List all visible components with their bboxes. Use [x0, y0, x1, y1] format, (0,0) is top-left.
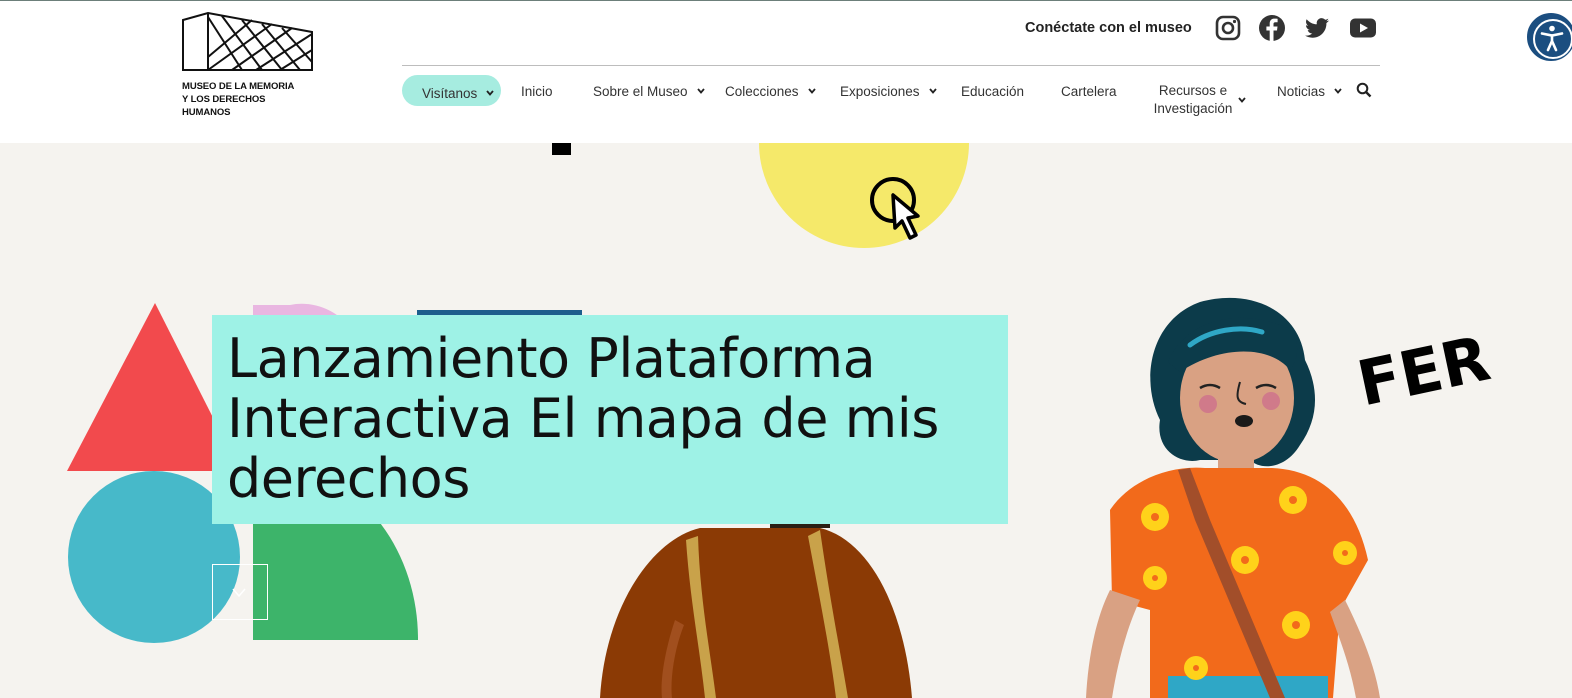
girl-character: [1086, 297, 1380, 698]
chevron-down-icon: [486, 90, 494, 96]
facebook-icon[interactable]: [1258, 14, 1286, 42]
chevron-down-icon: [232, 588, 246, 598]
nav-inicio[interactable]: Inicio: [521, 81, 553, 101]
nav-colecciones[interactable]: Colecciones: [725, 81, 817, 101]
accessibility-button[interactable]: [1527, 13, 1572, 61]
yellow-circle: [759, 143, 969, 248]
logo-line1-bold: MEMORIA: [249, 81, 295, 92]
nav-colecciones-label: Colecciones: [725, 83, 799, 99]
nav-educacion-label: Educación: [961, 83, 1025, 99]
nav-recursos[interactable]: Recursos e Investigación: [1150, 82, 1236, 118]
nav-educacion[interactable]: Educación: [961, 81, 1024, 101]
logo-line3: HUMANOS: [182, 107, 231, 118]
fer-text: FER: [1351, 322, 1496, 421]
nav-cartelera[interactable]: Cartelera: [1061, 81, 1117, 101]
nav-inicio-label: Inicio: [521, 83, 553, 99]
site-header: MUSEO DE LA MEMORIA Y LOS DERECHOS HUMAN…: [0, 0, 1572, 143]
logo-building-icon: [182, 12, 313, 71]
chevron-down-icon: [696, 88, 705, 94]
nav-noticias-label: Noticias: [1277, 83, 1326, 99]
accessibility-icon: [1540, 25, 1564, 52]
chevron-down-icon: [928, 88, 937, 94]
chevron-down-icon: [1334, 88, 1342, 94]
nav-sobre-label: Sobre el Museo: [593, 83, 688, 99]
twitter-icon[interactable]: [1303, 14, 1331, 42]
logo-line2-bold: DERECHOS: [212, 94, 266, 105]
logo-line2-prefix: Y LOS: [182, 94, 213, 105]
instagram-icon[interactable]: [1214, 14, 1242, 42]
nav-sobre-el-museo[interactable]: Sobre el Museo: [593, 81, 706, 101]
logo-line1-prefix: MUSEO DE LA: [182, 81, 250, 92]
black-shape: [552, 143, 571, 155]
center-figure: [600, 520, 912, 698]
hero-title[interactable]: Lanzamiento Plataforma Interactiva El ma…: [227, 329, 997, 509]
nav-cartelera-label: Cartelera: [1061, 83, 1117, 99]
chevron-down-icon[interactable]: [1237, 95, 1247, 105]
museum-logo[interactable]: MUSEO DE LA MEMORIA Y LOS DERECHOS HUMAN…: [182, 12, 314, 122]
logo-wordmark: MUSEO DE LA MEMORIA Y LOS DERECHOS HUMAN…: [182, 80, 322, 119]
connect-label: Conéctate con el museo: [1025, 20, 1192, 36]
slider-next-button[interactable]: [212, 564, 268, 620]
youtube-icon[interactable]: [1349, 14, 1377, 42]
search-icon[interactable]: [1356, 82, 1372, 98]
nav-exposiciones-label: Exposiciones: [840, 83, 920, 99]
nav-recursos-line1: Recursos e: [1158, 83, 1228, 98]
nav-visitanos-label: Visítanos: [422, 85, 478, 101]
nav-exposiciones[interactable]: Exposiciones: [840, 81, 938, 101]
nav-recursos-line2: Investigación: [1153, 101, 1233, 116]
nav-divider: [402, 65, 1380, 66]
nav-noticias[interactable]: Noticias: [1277, 81, 1343, 101]
nav-visitanos[interactable]: Visítanos: [422, 83, 495, 103]
chevron-down-icon: [807, 88, 816, 94]
